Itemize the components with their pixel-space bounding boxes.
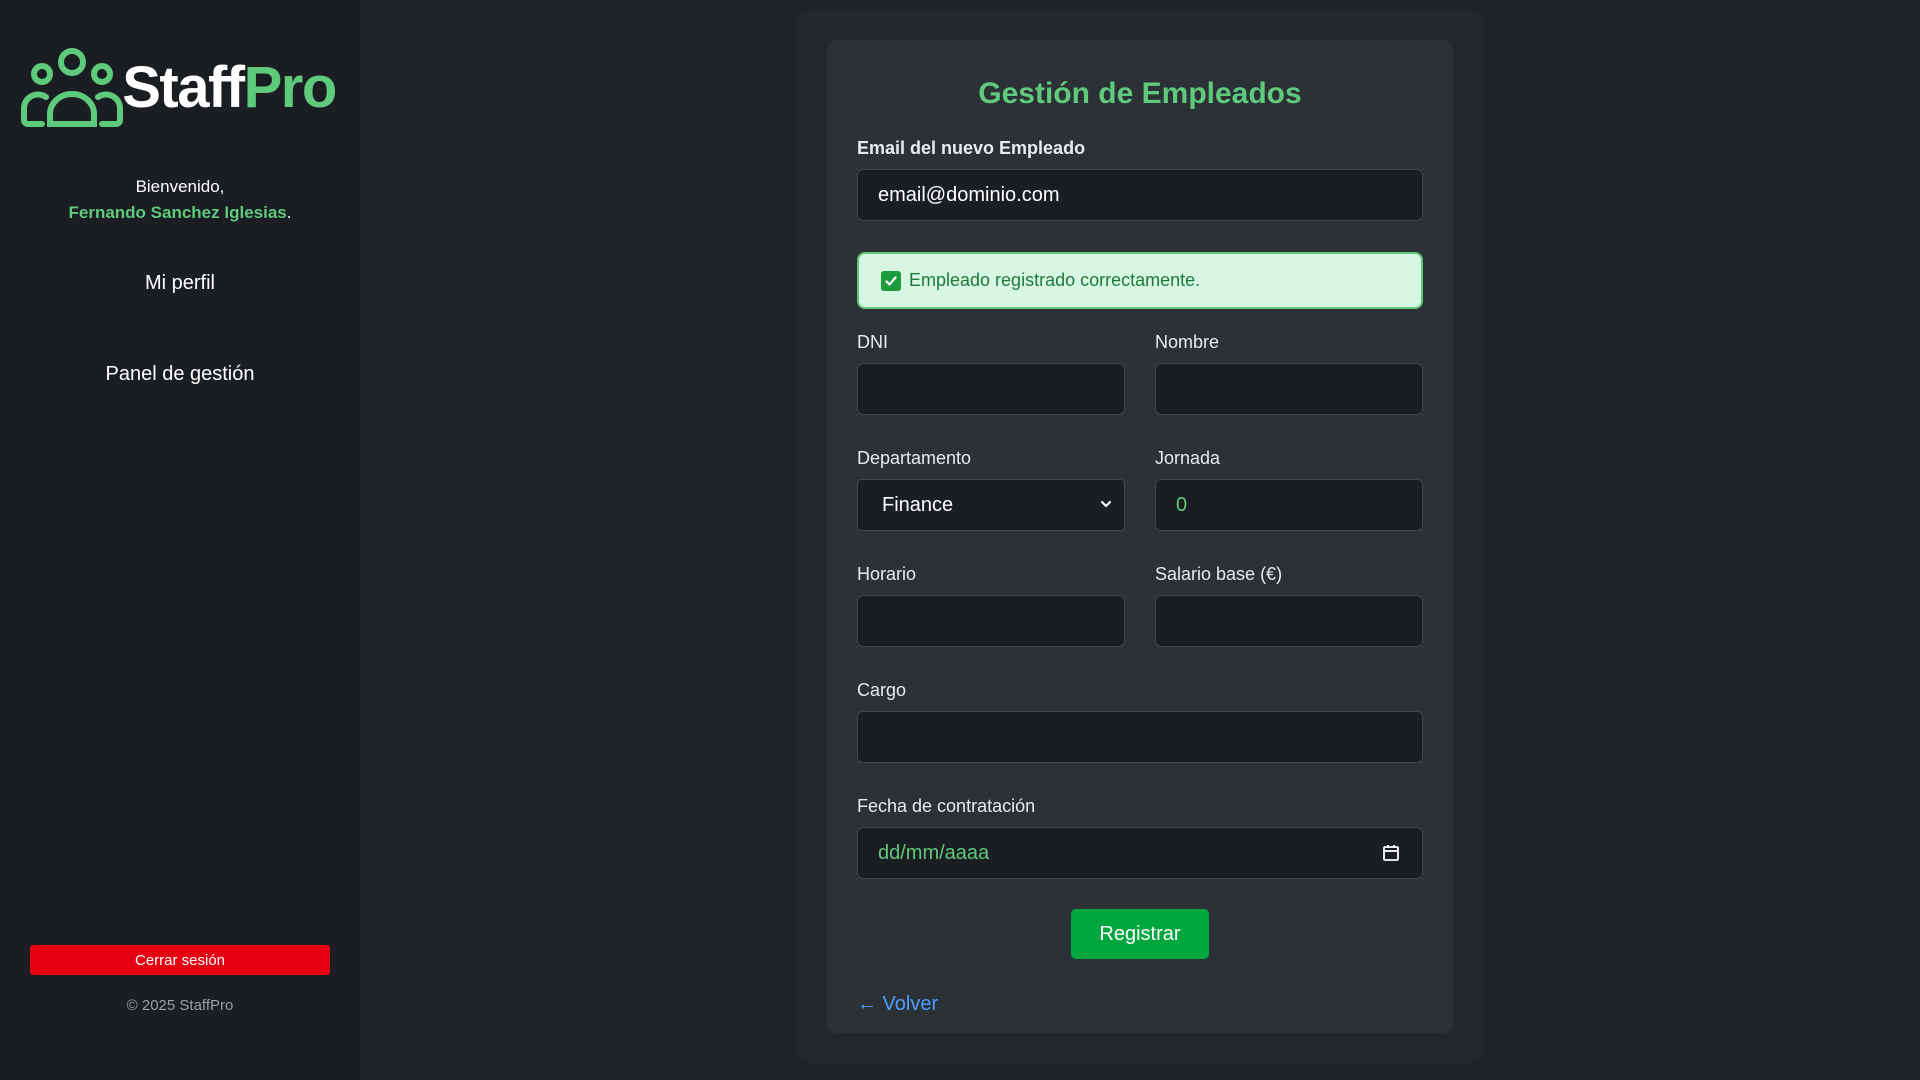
fecha-label: Fecha de contratación	[857, 796, 1036, 816]
sidebar-footer: Cerrar sesión © 2025 StaffPro	[0, 945, 360, 1080]
calendar-icon[interactable]	[1381, 843, 1401, 863]
logo-text-pro: Pro	[243, 55, 338, 120]
employee-form-card: Gestión de Empleados Email del nuevo Emp…	[827, 40, 1453, 1033]
nombre-label: Nombre	[1155, 332, 1220, 352]
row-dni-nombre: DNI Nombre	[857, 332, 1423, 415]
email-input[interactable]	[857, 169, 1423, 221]
row-departamento-jornada: Departamento Finance Jornada	[857, 448, 1423, 531]
dni-input[interactable]	[857, 363, 1125, 415]
logo-text: StaffPro	[122, 59, 337, 117]
cargo-label: Cargo	[857, 680, 907, 700]
salario-label: Salario base (€)	[1155, 564, 1283, 584]
horario-group: Horario	[857, 564, 1125, 647]
dni-group: DNI	[857, 332, 1125, 415]
copyright: © 2025 StaffPro	[126, 997, 234, 1014]
cargo-input[interactable]	[857, 711, 1423, 763]
departamento-group: Departamento Finance	[857, 448, 1125, 531]
check-icon	[881, 270, 901, 291]
nombre-group: Nombre	[1155, 332, 1423, 415]
alert-text: Empleado registrado correctamente.	[909, 270, 1201, 290]
departamento-selected-value[interactable]: Finance	[857, 479, 1125, 531]
chevron-down-icon	[1100, 500, 1112, 508]
departamento-select[interactable]: Finance	[857, 479, 1125, 531]
fecha-group: Fecha de contratación	[857, 796, 1423, 879]
fecha-field	[857, 827, 1423, 879]
success-alert: Empleado registrado correctamente.	[857, 252, 1423, 309]
welcome-message: Bienvenido, Fernando Sanchez Iglesias.	[69, 174, 292, 226]
users-group-icon	[21, 48, 124, 127]
logo-text-staff: Staff	[122, 55, 245, 120]
name-suffix: .	[286, 203, 292, 222]
welcome-text: Bienvenido,	[135, 177, 225, 196]
email-group: Email del nuevo Empleado	[857, 138, 1423, 221]
user-name: Fernando Sanchez Iglesias	[68, 203, 287, 222]
horario-input[interactable]	[857, 595, 1125, 647]
jornada-input[interactable]	[1155, 479, 1423, 531]
nav-mi-perfil[interactable]: Mi perfil	[145, 272, 215, 295]
jornada-label: Jornada	[1155, 448, 1221, 468]
logout-button[interactable]: Cerrar sesión	[30, 945, 330, 975]
salario-group: Salario base (€)	[1155, 564, 1423, 647]
nav-panel-gestion[interactable]: Panel de gestión	[105, 363, 254, 386]
email-label: Email del nuevo Empleado	[857, 138, 1086, 158]
logo[interactable]: StaffPro	[20, 46, 337, 130]
sidebar: StaffPro Bienvenido, Fernando Sanchez Ig…	[0, 0, 360, 1080]
register-button[interactable]: Registrar	[1071, 909, 1209, 959]
jornada-group: Jornada	[1155, 448, 1423, 531]
page-title: Gestión de Empleados	[978, 77, 1302, 110]
departamento-label: Departamento	[857, 448, 972, 468]
salario-input[interactable]	[1155, 595, 1423, 647]
nombre-input[interactable]	[1155, 363, 1423, 415]
cargo-group: Cargo	[857, 680, 1423, 763]
fecha-input[interactable]	[857, 827, 1423, 879]
back-link[interactable]: ← Volver	[857, 993, 938, 1016]
row-horario-salario: Horario Salario base (€)	[857, 564, 1423, 647]
dni-label: DNI	[857, 332, 888, 352]
horario-label: Horario	[857, 564, 917, 584]
submit-row: Registrar	[857, 909, 1423, 959]
